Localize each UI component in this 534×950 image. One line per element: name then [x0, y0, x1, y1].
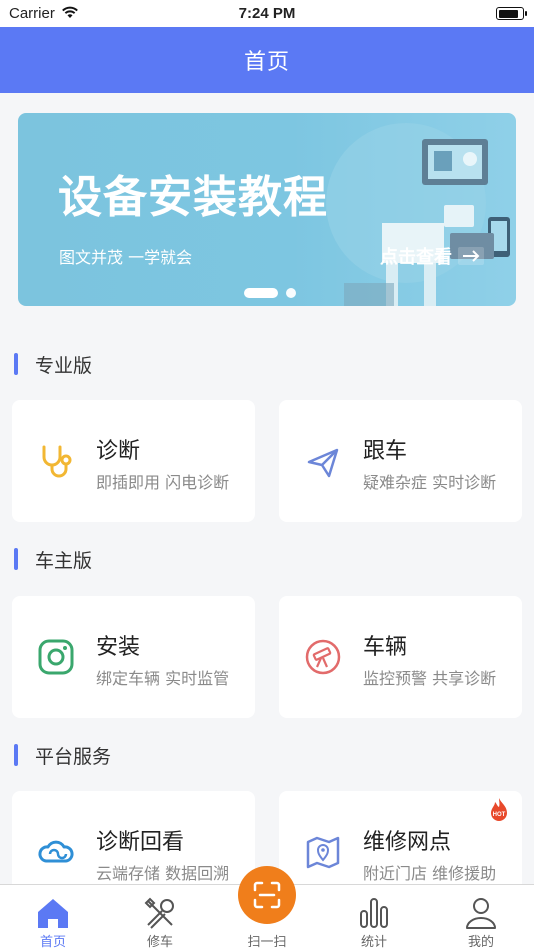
section-accent-bar [14, 548, 18, 570]
status-bar: Carrier 7:24 PM [0, 0, 534, 27]
banner-cta-link[interactable]: 点击查看 [380, 243, 484, 269]
section-header-owner: 车主版 [14, 547, 93, 572]
status-time: 7:24 PM [238, 5, 296, 22]
map-pin-icon [306, 836, 340, 869]
banner-cta-label: 点击查看 [380, 247, 452, 268]
tab-label: 修车 [146, 935, 173, 950]
scan-button[interactable] [238, 866, 296, 924]
wifi-icon [61, 5, 79, 23]
camera-icon [38, 639, 74, 675]
carrier-label: Carrier [9, 5, 55, 22]
card-title: 维修网点 [363, 830, 452, 855]
section-label: 平台服务 [35, 745, 112, 768]
card-title: 诊断回看 [96, 830, 185, 855]
carousel-dot-active[interactable] [244, 288, 278, 298]
banner-subtitle: 图文并茂 一学就会 [59, 248, 193, 267]
card-title: 安装 [96, 635, 141, 660]
section-accent-bar [14, 353, 18, 375]
chart-icon [360, 898, 388, 928]
tab-label: 首页 [39, 935, 66, 950]
tab-label: 扫一扫 [247, 935, 287, 950]
carousel-indicator [244, 288, 296, 298]
battery-icon [496, 7, 527, 20]
arrow-right-icon [458, 247, 484, 265]
card-description: 即插即用 闪电诊断 [96, 473, 230, 492]
page-title: 首页 [243, 50, 290, 75]
tab-label: 统计 [360, 935, 387, 950]
tools-icon [144, 897, 174, 929]
card-description: 监控预警 共享诊断 [363, 669, 497, 688]
card-description: 绑定车辆 实时监管 [96, 669, 230, 688]
tab-profile[interactable]: 我的 [428, 885, 534, 950]
banner-carousel[interactable]: 设备安装教程 图文并茂 一学就会 点击查看 [18, 113, 516, 306]
card-follow-car[interactable]: 跟车 疑难杂症 实时诊断 [279, 400, 522, 522]
carousel-dot[interactable] [286, 288, 296, 298]
hot-badge: HOT [491, 798, 507, 821]
tab-label: 我的 [467, 935, 494, 950]
paper-plane-icon [307, 448, 339, 478]
tab-repair[interactable]: 修车 [107, 885, 213, 950]
cloud-icon [38, 840, 74, 863]
tab-home[interactable]: 首页 [0, 885, 106, 950]
user-icon [466, 898, 496, 929]
card-title: 诊断 [96, 439, 141, 464]
tab-stats[interactable]: 统计 [321, 885, 427, 950]
hot-badge-label: HOT [493, 812, 506, 818]
card-description: 疑难杂症 实时诊断 [363, 473, 497, 492]
section-header-pro: 专业版 [14, 352, 93, 377]
section-label: 车主版 [35, 549, 93, 572]
card-title: 车辆 [363, 635, 408, 660]
scan-icon [253, 881, 281, 909]
telescope-icon [305, 639, 341, 675]
card-vehicle[interactable]: 车辆 监控预警 共享诊断 [279, 596, 522, 718]
section-accent-bar [14, 744, 18, 766]
card-install[interactable]: 安装 绑定车辆 实时监管 [12, 596, 255, 718]
card-description: 云端存储 数据回溯 [96, 864, 230, 883]
home-icon [38, 899, 68, 928]
section-label: 专业版 [35, 354, 93, 377]
stethoscope-icon [42, 445, 72, 478]
section-header-platform: 平台服务 [14, 743, 112, 768]
card-title: 跟车 [363, 439, 408, 464]
nav-bar: 首页 [0, 27, 534, 93]
card-diagnosis[interactable]: 诊断 即插即用 闪电诊断 [12, 400, 255, 522]
banner-title: 设备安装教程 [58, 172, 328, 223]
card-description: 附近门店 维修援助 [363, 864, 497, 883]
